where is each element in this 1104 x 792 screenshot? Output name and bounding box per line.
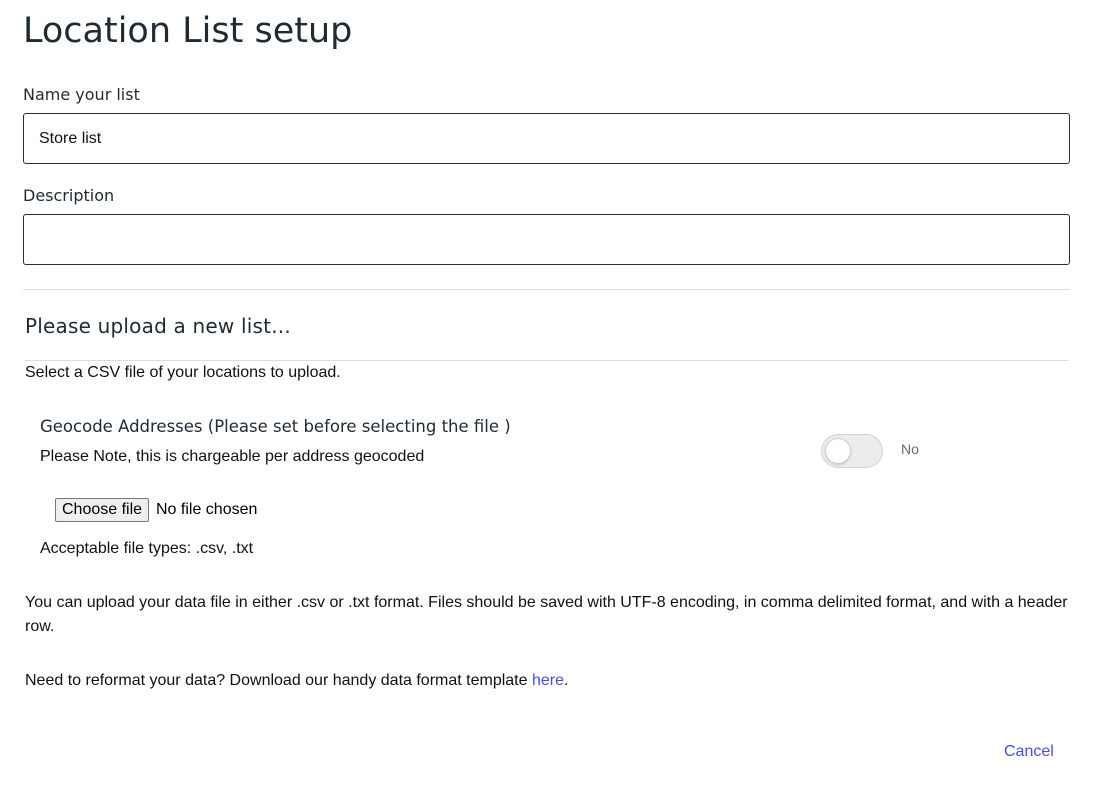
geocode-toggle[interactable]	[821, 434, 883, 468]
geocode-toggle-state: No	[901, 441, 919, 457]
template-help-prefix: Need to reformat your data? Download our…	[25, 672, 532, 689]
acceptable-file-types: Acceptable file types: .csv, .txt	[40, 540, 254, 557]
page-title: Location List setup	[23, 11, 353, 51]
choose-file-button[interactable]: Choose file	[55, 498, 150, 522]
template-help-text: Need to reformat your data? Download our…	[25, 669, 568, 693]
format-help-text: You can upload your data file in either …	[25, 594, 1068, 635]
upload-section-title: Please upload a new list...	[25, 314, 291, 338]
file-status: No file chosen	[156, 501, 258, 518]
toggle-knob	[825, 438, 851, 464]
upload-instructions: Select a CSV file of your locations to u…	[25, 364, 341, 381]
description-label: Description	[23, 186, 115, 205]
geocode-label: Geocode Addresses (Please set before sel…	[40, 417, 511, 436]
template-help-suffix: .	[563, 672, 569, 689]
description-input[interactable]	[23, 214, 1070, 265]
template-download-link[interactable]: here	[532, 672, 564, 689]
list-name-input[interactable]	[23, 113, 1070, 164]
section-divider	[23, 289, 1070, 290]
cancel-link[interactable]: Cancel	[1004, 741, 1054, 763]
list-name-label: Name your list	[23, 85, 140, 104]
geocode-note: Please Note, this is chargeable per addr…	[40, 448, 425, 465]
